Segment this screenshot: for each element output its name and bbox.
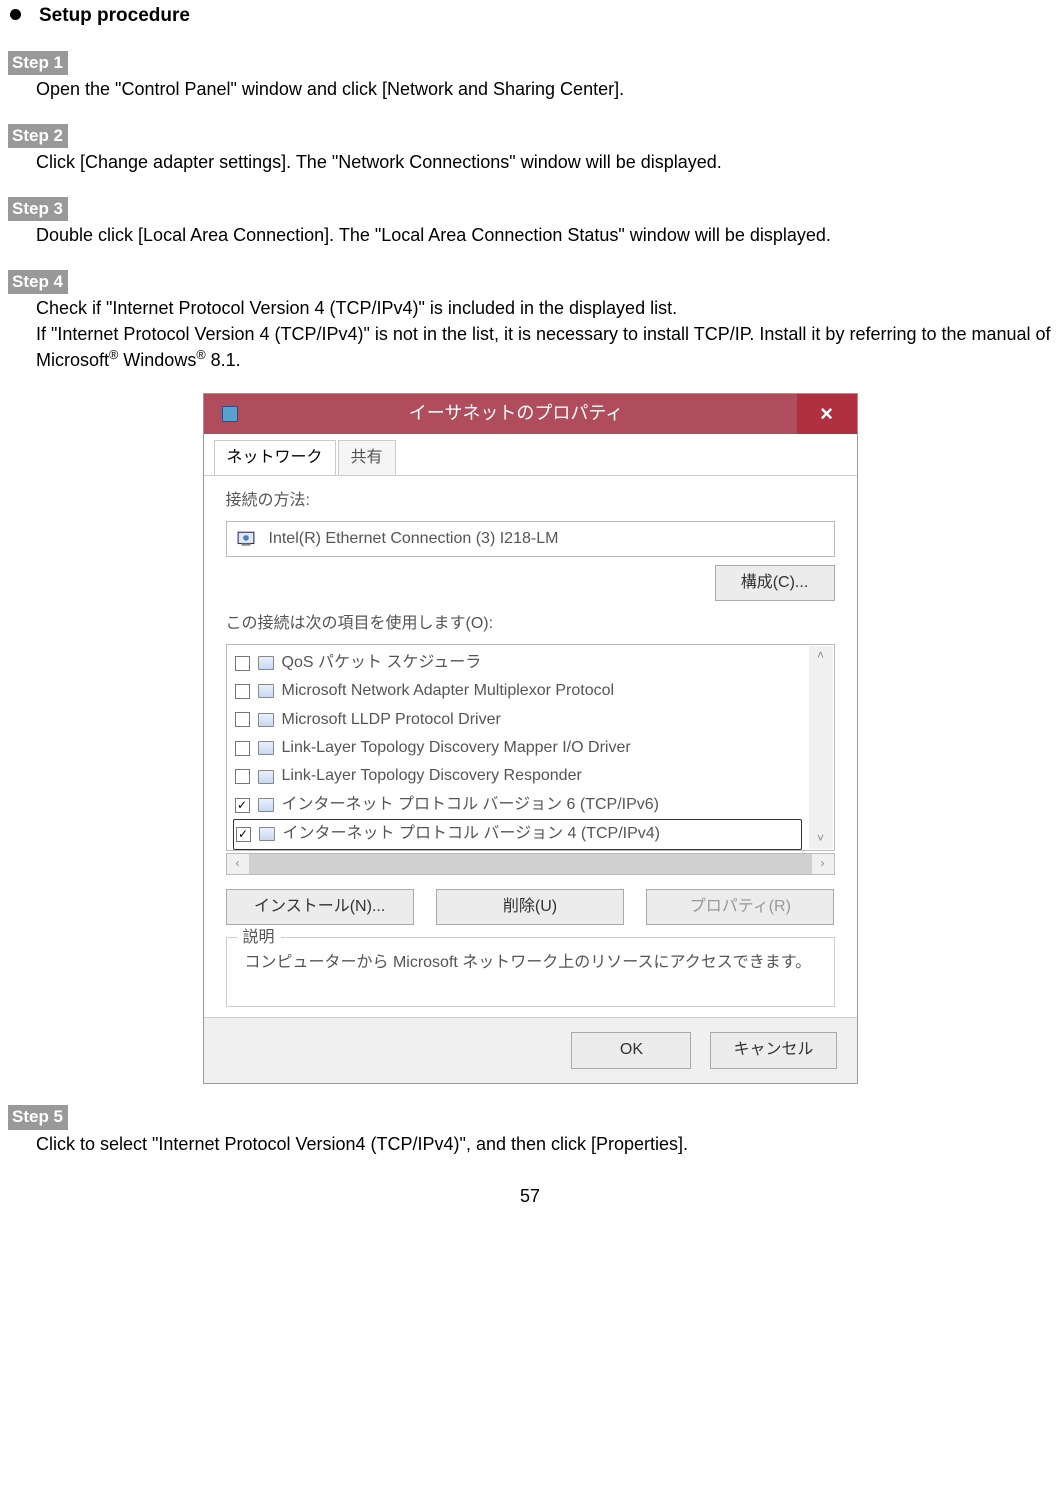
- vertical-scrollbar[interactable]: ˄ ˅: [809, 646, 833, 849]
- dialog-body: 接続の方法: Intel(R) Ethernet Connection (3) …: [204, 476, 857, 1017]
- list-item[interactable]: QoS パケット スケジューラ: [233, 649, 802, 677]
- checkbox[interactable]: [236, 827, 251, 842]
- list-item[interactable]: Link-Layer Topology Discovery Mapper I/O…: [233, 734, 802, 762]
- protocol-list[interactable]: QoS パケット スケジューラ Microsoft Network Adapter…: [226, 644, 835, 851]
- checkbox[interactable]: [235, 656, 250, 671]
- protocol-icon: [258, 713, 274, 727]
- list-item[interactable]: インターネット プロトコル バージョン 6 (TCP/IPv6): [233, 791, 802, 819]
- list-item-label: インターネット プロトコル バージョン 6 (TCP/IPv6): [282, 794, 659, 816]
- remove-button[interactable]: 削除(U): [436, 889, 624, 925]
- list-item-label: Link-Layer Topology Discovery Responder: [282, 765, 582, 787]
- protocol-icon: [258, 656, 274, 670]
- titlebar[interactable]: イーサネットのプロパティ ×: [204, 394, 857, 434]
- list-item[interactable]: Microsoft Network Adapter Multiplexor Pr…: [233, 677, 802, 705]
- step-4-line2b: Windows: [118, 350, 196, 370]
- checkbox[interactable]: [235, 684, 250, 699]
- ok-button[interactable]: OK: [571, 1032, 691, 1068]
- step-1-badge: Step 1: [8, 51, 68, 76]
- reg-mark-2: ®: [196, 348, 205, 362]
- list-item[interactable]: Link-Layer Topology Discovery Responder: [233, 762, 802, 790]
- scroll-up-icon[interactable]: ˄: [809, 646, 833, 666]
- description-label: 説明: [237, 927, 281, 949]
- properties-button[interactable]: プロパティ(R): [646, 889, 834, 925]
- reg-mark-1: ®: [109, 348, 118, 362]
- protocol-icon: [258, 741, 274, 755]
- step-5-text: Click to select "Internet Protocol Versi…: [36, 1132, 1052, 1157]
- step-3-text: Double click [Local Area Connection]. Th…: [36, 223, 1052, 248]
- close-button[interactable]: ×: [797, 394, 857, 434]
- description-box: 説明 コンピューターから Microsoft ネットワーク上のリソースにアクセス…: [226, 937, 835, 1007]
- install-button[interactable]: インストール(N)...: [226, 889, 414, 925]
- list-item-label: Microsoft Network Adapter Multiplexor Pr…: [282, 680, 615, 702]
- list-item-label: インターネット プロトコル バージョン 4 (TCP/IPv4): [283, 823, 660, 845]
- step-5-badge: Step 5: [8, 1105, 68, 1130]
- list-item-label: Microsoft LLDP Protocol Driver: [282, 709, 501, 731]
- adapter-field[interactable]: Intel(R) Ethernet Connection (3) I218-LM: [226, 521, 835, 557]
- protocol-icon: [259, 827, 275, 841]
- step-4-line1: Check if "Internet Protocol Version 4 (T…: [36, 298, 677, 318]
- adapter-icon: [237, 530, 255, 548]
- tab-sharing[interactable]: 共有: [338, 440, 396, 475]
- tab-row: ネットワーク 共有: [204, 434, 857, 476]
- step-2-text: Click [Change adapter settings]. The "Ne…: [36, 150, 1052, 175]
- description-text: コンピューターから Microsoft ネットワーク上のリソースにアクセスできま…: [245, 952, 822, 974]
- section-title: Setup procedure: [39, 3, 190, 30]
- list-item-label: QoS パケット スケジューラ: [282, 652, 482, 674]
- window-icon: [222, 406, 238, 422]
- connect-using-label: 接続の方法:: [226, 490, 835, 512]
- cancel-button[interactable]: キャンセル: [710, 1032, 836, 1068]
- checkbox[interactable]: [235, 769, 250, 784]
- scroll-h-track[interactable]: [249, 854, 812, 874]
- scroll-left-icon[interactable]: ‹: [227, 854, 249, 874]
- horizontal-scrollbar[interactable]: ‹ ›: [226, 853, 835, 875]
- step-1-text: Open the "Control Panel" window and clic…: [36, 77, 1052, 102]
- tab-network[interactable]: ネットワーク: [214, 440, 336, 475]
- protocol-icon: [258, 798, 274, 812]
- step-2-badge: Step 2: [8, 124, 68, 149]
- step-3-badge: Step 3: [8, 197, 68, 222]
- list-item[interactable]: インターネット プロトコル バージョン 4 (TCP/IPv4): [233, 819, 802, 849]
- step-4-badge: Step 4: [8, 270, 68, 295]
- protocol-icon: [258, 684, 274, 698]
- checkbox[interactable]: [235, 712, 250, 727]
- list-item[interactable]: Microsoft LLDP Protocol Driver: [233, 706, 802, 734]
- bullet-icon: [10, 9, 21, 20]
- dialog-footer: OK キャンセル: [204, 1017, 857, 1082]
- scroll-right-icon[interactable]: ›: [812, 854, 834, 874]
- section-header: Setup procedure: [8, 3, 1052, 30]
- list-item-label: Link-Layer Topology Discovery Mapper I/O…: [282, 737, 631, 759]
- ethernet-properties-dialog: イーサネットのプロパティ × ネットワーク 共有 接続の方法: Intel(R)…: [203, 393, 858, 1084]
- scroll-down-icon[interactable]: ˅: [809, 829, 833, 849]
- configure-button[interactable]: 構成(C)...: [715, 565, 835, 601]
- page-number: 57: [0, 1184, 1060, 1209]
- window-title: イーサネットのプロパティ: [256, 401, 797, 426]
- step-4-text: Check if "Internet Protocol Version 4 (T…: [36, 296, 1052, 373]
- checkbox[interactable]: [235, 741, 250, 756]
- step-4-line2c: 8.1.: [206, 350, 241, 370]
- protocol-icon: [258, 770, 274, 784]
- checkbox[interactable]: [235, 798, 250, 813]
- items-label: この接続は次の項目を使用します(O):: [226, 613, 835, 635]
- scroll-track[interactable]: [809, 666, 833, 829]
- adapter-name: Intel(R) Ethernet Connection (3) I218-LM: [269, 528, 559, 550]
